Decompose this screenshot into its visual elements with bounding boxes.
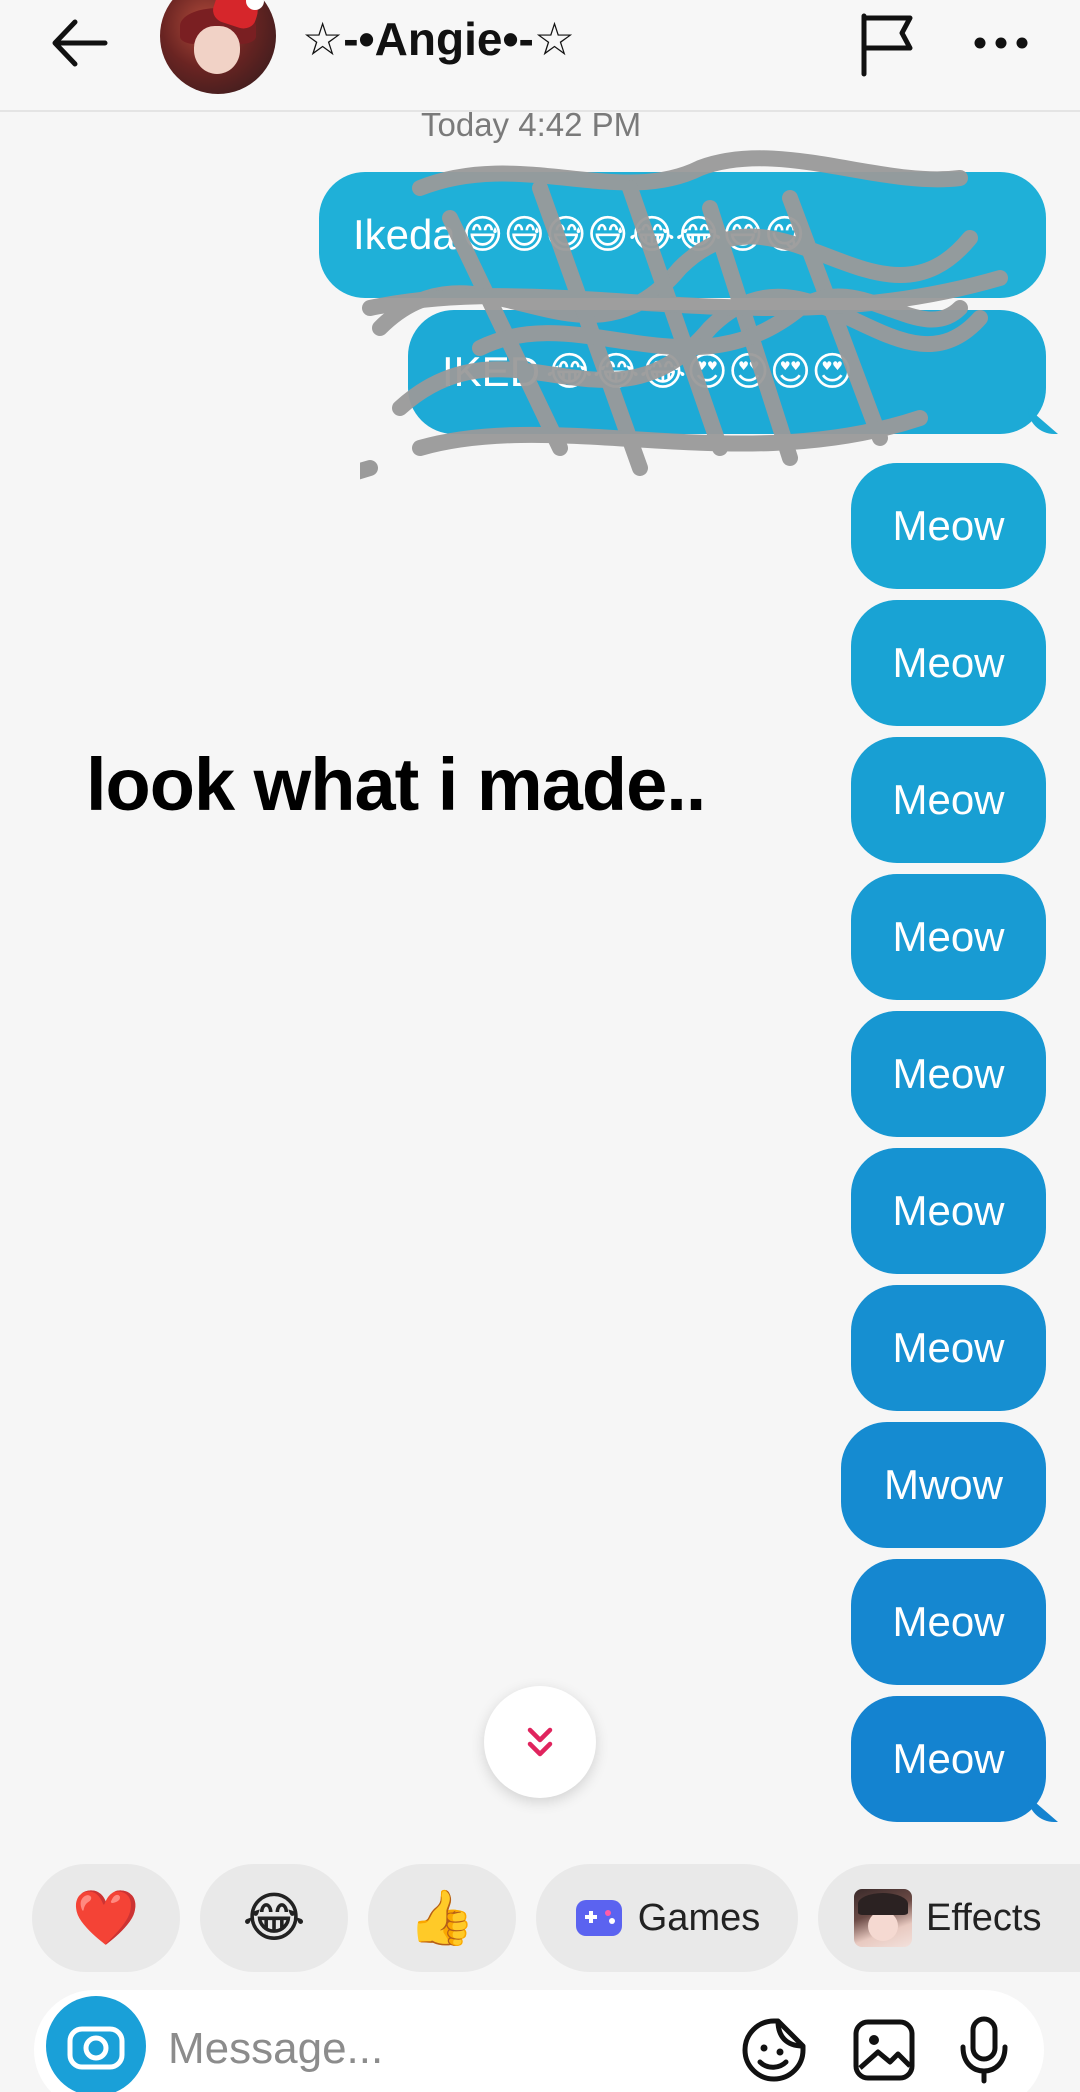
double-chevron-down-icon	[527, 1727, 553, 1757]
message-bubble[interactable]: Ikeda 😅😅😅😅😂😂😅😋	[319, 172, 1046, 298]
thumbs-up-icon: 👍	[408, 1888, 476, 1948]
laughing-emoji-icon: 😂	[242, 1888, 306, 1948]
message-bubble[interactable]: Meow	[851, 1285, 1046, 1411]
sticker-button[interactable]	[734, 2010, 814, 2090]
message-text: Meow	[892, 502, 1005, 549]
effects-button[interactable]: Effects	[818, 1864, 1080, 1972]
message-input[interactable]	[168, 2016, 688, 2082]
message-bubble[interactable]: Meow	[851, 874, 1046, 1000]
conversation-title[interactable]: ☆-•Angie•-☆	[302, 12, 575, 66]
message-emojis: 😂😂😂😍😍😍😍	[546, 350, 854, 394]
message-text: Meow	[892, 913, 1005, 960]
message-text: Meow	[892, 1187, 1005, 1234]
report-button[interactable]	[852, 8, 922, 78]
heart-icon: ❤️	[72, 1888, 140, 1948]
message-text: Meow	[892, 776, 1005, 823]
back-button[interactable]	[44, 8, 114, 78]
message-bubble[interactable]: Meow	[851, 600, 1046, 726]
quick-react-heart[interactable]: ❤️	[32, 1864, 180, 1972]
message-bubble[interactable]: Meow	[851, 1148, 1046, 1274]
image-icon	[853, 2019, 915, 2081]
avatar[interactable]	[160, 0, 276, 94]
message-bubble[interactable]: Meow	[851, 1559, 1046, 1685]
message-text: Meow	[892, 1598, 1005, 1645]
message-text: Meow	[892, 639, 1005, 686]
message-bubble[interactable]: Meow	[851, 1011, 1046, 1137]
microphone-icon	[960, 2016, 1008, 2084]
scroll-to-bottom-button[interactable]	[484, 1686, 596, 1798]
camera-button[interactable]	[46, 1996, 146, 2092]
message-text: Meow	[892, 1324, 1005, 1371]
gallery-button[interactable]	[844, 2010, 924, 2090]
quick-react-laugh[interactable]: 😂	[200, 1864, 348, 1972]
message-text: Ikeda	[353, 211, 456, 258]
message-text: IKED	[442, 348, 541, 395]
message-bubble[interactable]: Meow	[851, 737, 1046, 863]
games-button[interactable]: Games	[536, 1864, 798, 1972]
gamepad-icon	[575, 1900, 622, 1936]
camera-icon	[67, 2026, 125, 2070]
message-emojis: 😅😅😅😅😂😂😅😋	[461, 213, 806, 257]
message-bubble[interactable]: Meow	[851, 1696, 1046, 1822]
flag-icon	[861, 13, 913, 77]
more-horizontal-icon	[974, 37, 1028, 49]
message-text: Mwow	[883, 1461, 1003, 1508]
message-bubble[interactable]: IKED 😂😂😂😍😍😍😍	[408, 310, 1046, 434]
message-text: Meow	[892, 1735, 1005, 1782]
effects-label: Effects	[926, 1896, 1042, 1939]
overlay-caption: look what i made..	[86, 743, 706, 826]
quick-react-thumbs-up[interactable]: 👍	[368, 1864, 516, 1972]
games-label: Games	[637, 1896, 761, 1939]
arrow-left-icon	[52, 19, 108, 67]
chat-header: ☆-•Angie•-☆	[0, 0, 1080, 112]
effects-thumbnail	[854, 1889, 912, 1947]
sticker-icon	[742, 2018, 806, 2082]
message-text: Meow	[892, 1050, 1005, 1097]
voice-message-button[interactable]	[944, 2010, 1024, 2090]
message-bubble[interactable]: Mwow	[841, 1422, 1046, 1548]
message-bubble[interactable]: Meow	[851, 463, 1046, 589]
more-options-button[interactable]	[966, 8, 1036, 78]
